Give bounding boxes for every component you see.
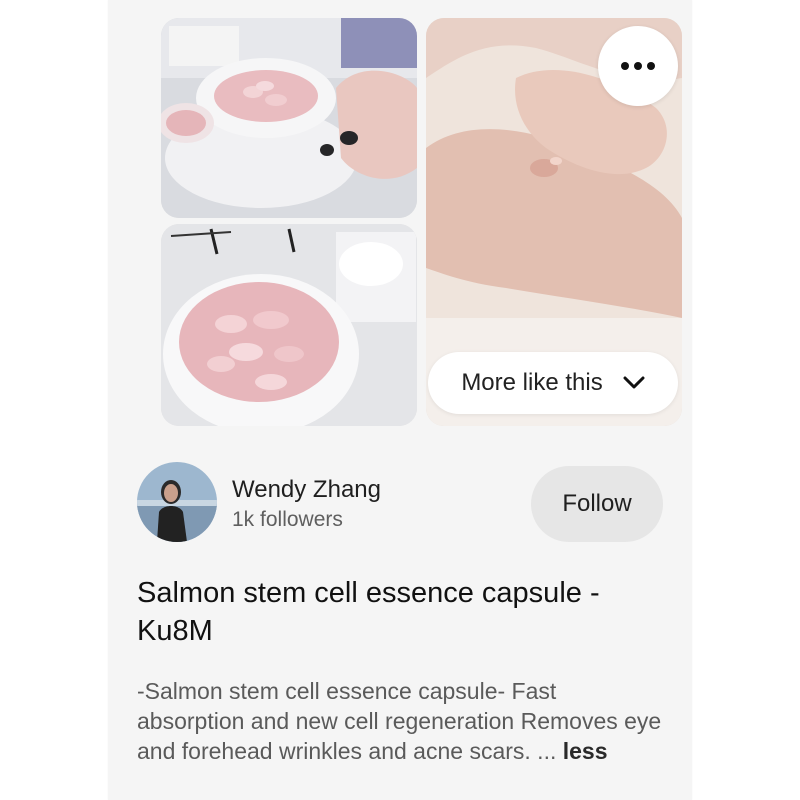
product-photo-jar-closeup[interactable] (161, 224, 417, 426)
chevron-down-icon (623, 376, 645, 389)
more-like-this-button[interactable]: More like this (428, 352, 678, 414)
creator-avatar[interactable] (137, 462, 217, 542)
creator-name[interactable]: Wendy Zhang (232, 476, 381, 504)
pin-options-button[interactable] (598, 26, 678, 106)
show-less-link[interactable]: less (563, 738, 608, 764)
more-horizontal-icon (621, 62, 655, 70)
pin-description: -Salmon stem cell essence capsule- Fast … (137, 676, 667, 766)
follow-button[interactable]: Follow (531, 466, 663, 542)
pin-title: Salmon stem cell essence capsule - Ku8M (137, 577, 600, 647)
more-like-this-label: More like this (461, 369, 603, 396)
creator-followers: 1k followers (232, 508, 343, 531)
product-photo-jar-in-hand[interactable] (161, 18, 417, 218)
